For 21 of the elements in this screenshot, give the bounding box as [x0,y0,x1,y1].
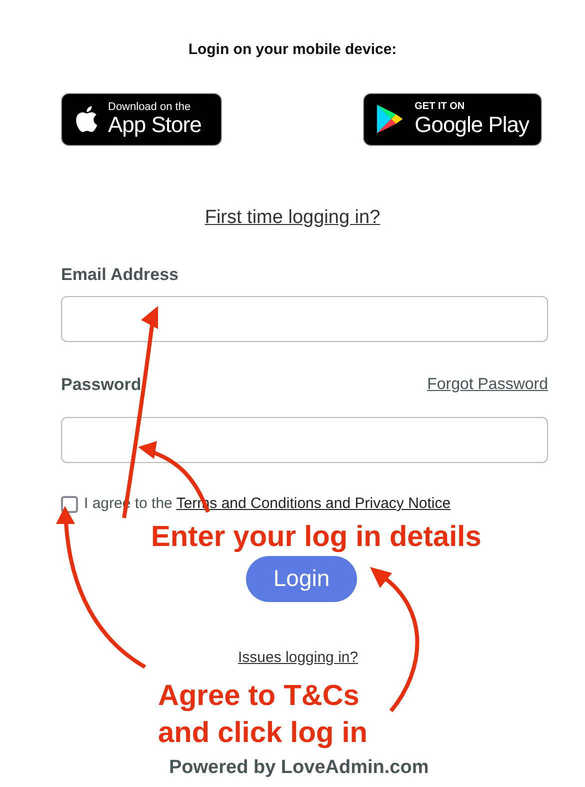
play-triangle-icon [376,103,405,135]
apple-icon [74,105,98,133]
heading: Login on your mobile device: [187,40,398,60]
app-store-badge[interactable]: Download on the App Store [61,92,222,146]
forgot-password-link[interactable]: Forgot Password [427,373,548,397]
annotation-text: Agree to T&Cs and click log in [158,678,368,750]
first-time-link[interactable]: First time logging in? [204,206,380,228]
annotation-text: Enter your log in details [151,520,482,554]
google-play-badge[interactable]: GET IT ON Google Play [363,92,542,146]
badge-title: Google Play [414,113,529,137]
field-label: Password [61,374,142,396]
powered-by-text: Powered by LoveAdmin.com [168,756,430,780]
password-field[interactable] [61,417,548,463]
badge-caption: GET IT ON [414,101,466,113]
checkbox[interactable] [61,496,78,513]
badge-title: App Store [108,113,202,137]
email-field[interactable] [61,296,548,342]
issues-link[interactable]: Issues logging in? [238,648,358,666]
field-label: Email Address [61,264,178,286]
login-button[interactable]: Login [246,556,357,602]
badge-caption: Download on the [108,101,192,113]
